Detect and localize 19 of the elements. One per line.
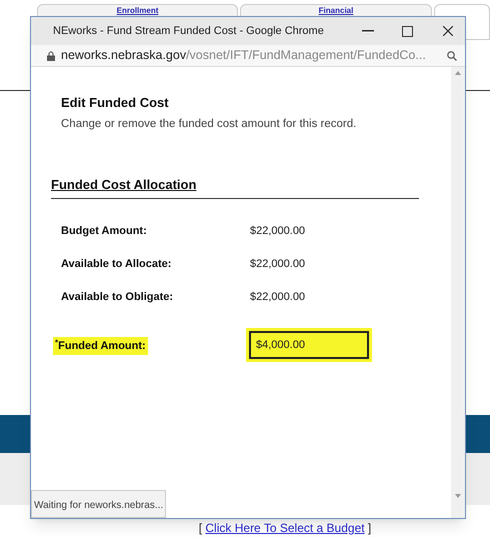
close-icon[interactable] bbox=[443, 26, 453, 36]
window-title: NEworks - Fund Stream Funded Cost - Google Chrome bbox=[53, 24, 324, 39]
field-value: $22,000.00 bbox=[250, 290, 306, 304]
maximize-icon[interactable] bbox=[402, 26, 413, 36]
section-title: Funded Cost Allocation bbox=[51, 176, 196, 192]
status-text: Waiting for neworks.nebras... bbox=[34, 500, 164, 511]
field-label: Available to Obligate: bbox=[61, 290, 174, 304]
search-icon[interactable] bbox=[447, 50, 457, 60]
field-label: Available to Allocate: bbox=[61, 256, 172, 272]
field-value: $22,000.00 bbox=[250, 224, 306, 238]
select-budget-link[interactable]: [ Click Here To Select a Budget ] bbox=[198, 522, 372, 535]
minimize-icon[interactable] bbox=[362, 30, 374, 32]
lock-icon bbox=[47, 50, 55, 60]
field-value: $22,000.00 bbox=[250, 256, 306, 272]
field-label: $^{*}$Funded Amount: bbox=[53, 336, 148, 355]
dialog-description: Change or remove the funded cost amount for this record. bbox=[61, 116, 358, 132]
funded-amount-field[interactable]: $4,000.00 bbox=[249, 330, 369, 359]
dialog-heading: Edit Funded Cost bbox=[61, 94, 170, 112]
field-label: Budget Amount: bbox=[61, 224, 148, 238]
